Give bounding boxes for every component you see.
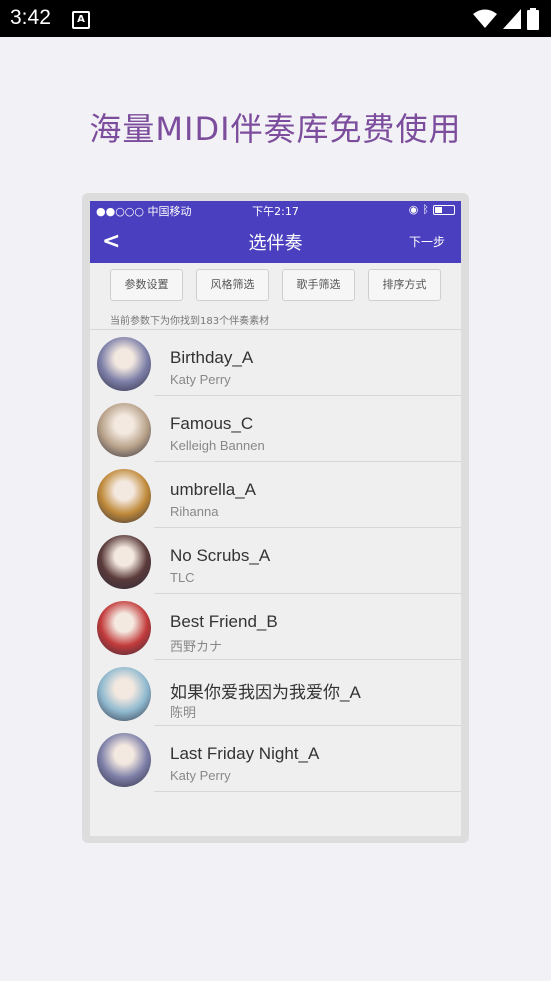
notification-a-icon: A (72, 11, 90, 29)
artist-name: Kelleigh Bannen (170, 438, 265, 453)
artist-name: TLC (170, 570, 195, 585)
phone-screen: ●●○○○ 中国移动 下午2:17 ◉ ᛒ < 选伴奏 下一步 参数设置 风格筛… (90, 201, 461, 836)
param-settings-button[interactable]: 参数设置 (110, 269, 183, 301)
artist-name: Katy Perry (170, 768, 231, 783)
filter-bar: 参数设置 风格筛选 歌手筛选 排序方式 (90, 263, 461, 307)
list-item[interactable]: No Scrubs_A TLC (90, 528, 461, 594)
list-item[interactable]: 如果你爱我因为我爱你_A 陈明 (90, 660, 461, 726)
singer-filter-button[interactable]: 歌手筛选 (282, 269, 355, 301)
list-item[interactable]: Best Friend_B 西野カナ (90, 594, 461, 660)
artist-avatar (97, 403, 151, 457)
song-title: Famous_C (170, 414, 254, 433)
ios-battery-icon (433, 204, 455, 215)
song-list: Birthday_A Katy Perry Famous_C Kelleigh … (90, 329, 461, 792)
song-title: 如果你爱我因为我爱你_A (170, 683, 361, 702)
sort-button[interactable]: 排序方式 (368, 269, 441, 301)
ios-time: 下午2:17 (252, 205, 299, 218)
result-count-note: 当前参数下为你找到183个伴奏素材 (110, 316, 270, 327)
song-title: Birthday_A (170, 348, 254, 367)
list-item[interactable]: Birthday_A Katy Perry (90, 330, 461, 396)
status-time: 3:42 (10, 6, 51, 29)
artist-name: 西野カナ (170, 639, 223, 654)
nav-title: 选伴奏 (248, 233, 303, 254)
artist-name: 陈明 (170, 705, 197, 720)
artist-name: Katy Perry (170, 372, 231, 387)
ios-status-icons: ◉ ᛒ (409, 203, 455, 216)
status-icons (473, 8, 539, 30)
artist-avatar (97, 601, 151, 655)
signal-icon (503, 9, 521, 29)
artist-avatar (97, 469, 151, 523)
promo-headline: 海量MIDI伴奏库免费使用 (89, 110, 462, 148)
bluetooth-icon: ᛒ (422, 203, 429, 216)
list-item[interactable]: Famous_C Kelleigh Bannen (90, 396, 461, 462)
artist-avatar (97, 535, 151, 589)
ios-status-bar: ●●○○○ 中国移动 下午2:17 ◉ ᛒ (90, 201, 461, 219)
artist-avatar (97, 667, 151, 721)
song-title: Best Friend_B (170, 612, 278, 631)
next-step-button[interactable]: 下一步 (409, 233, 445, 250)
battery-icon (527, 8, 539, 30)
list-item[interactable]: umbrella_A Rihanna (90, 462, 461, 528)
song-title: Last Friday Night_A (170, 744, 320, 763)
artist-name: Rihanna (170, 504, 219, 519)
artist-avatar (97, 733, 151, 787)
song-title: No Scrubs_A (170, 546, 271, 565)
phone-mockup: ●●○○○ 中国移动 下午2:17 ◉ ᛒ < 选伴奏 下一步 参数设置 风格筛… (82, 193, 469, 843)
list-item[interactable]: Last Friday Night_A Katy Perry (90, 726, 461, 792)
style-filter-button[interactable]: 风格筛选 (196, 269, 269, 301)
system-status-bar: 3:42 A (0, 0, 551, 37)
wifi-icon (473, 9, 497, 28)
song-title: umbrella_A (170, 480, 256, 499)
nav-bar: < 选伴奏 下一步 (90, 219, 461, 263)
lock-rotation-icon: ◉ (408, 203, 419, 216)
artist-avatar (97, 337, 151, 391)
